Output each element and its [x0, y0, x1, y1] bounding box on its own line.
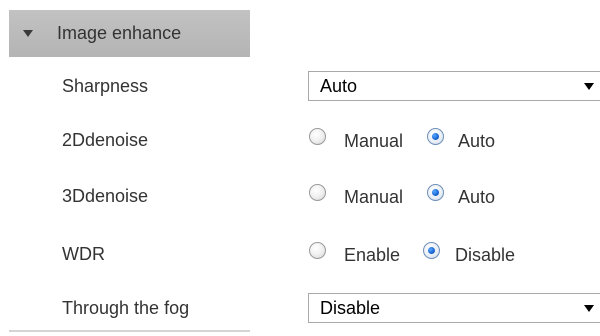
denoise3d-radio-auto[interactable]	[427, 184, 444, 201]
fog-row: Through the fog Disable	[0, 288, 600, 328]
section-title: Image enhance	[57, 23, 182, 43]
wdr-option-disable[interactable]: Disable	[423, 234, 553, 274]
denoise3d-label: 3Ddenoise	[62, 186, 149, 206]
denoise2d-option-label: Manual	[344, 131, 404, 151]
denoise3d-option-manual[interactable]: Manual	[309, 176, 421, 216]
denoise2d-row: 2Ddenoise Manual Auto	[0, 120, 600, 160]
fog-label: Through the fog	[62, 298, 190, 318]
wdr-option-label: Enable	[344, 245, 401, 265]
image-enhance-section-header[interactable]: Image enhance	[9, 10, 250, 57]
denoise2d-option-label: Auto	[458, 131, 496, 151]
denoise3d-radio-manual[interactable]	[309, 184, 326, 201]
chevron-down-icon	[584, 305, 594, 312]
sharpness-row: Sharpness Auto	[0, 66, 600, 106]
wdr-radio-enable[interactable]	[309, 242, 326, 259]
denoise3d-option-auto[interactable]: Auto	[427, 176, 507, 216]
sharpness-select[interactable]: Auto	[308, 71, 600, 101]
divider	[9, 330, 250, 332]
sharpness-label: Sharpness	[62, 76, 149, 96]
wdr-option-label: Disable	[455, 245, 516, 265]
wdr-option-enable[interactable]: Enable	[309, 234, 419, 274]
triangle-down-icon	[23, 30, 33, 37]
wdr-label: WDR	[62, 244, 105, 264]
denoise3d-row: 3Ddenoise Manual Auto	[0, 176, 600, 216]
wdr-row: WDR Enable Disable	[0, 234, 600, 274]
denoise3d-option-label: Auto	[458, 187, 496, 207]
denoise3d-option-label: Manual	[344, 187, 404, 207]
denoise2d-radio-manual[interactable]	[309, 128, 326, 145]
sharpness-select-value: Auto	[320, 75, 358, 96]
fog-select-value: Disable	[320, 297, 381, 318]
chevron-down-icon	[584, 83, 594, 90]
image-settings-panel: Image enhance Sharpness Auto 2Ddenoise M…	[0, 0, 600, 336]
wdr-radio-disable[interactable]	[423, 242, 440, 259]
denoise2d-label: 2Ddenoise	[62, 130, 149, 150]
denoise2d-option-manual[interactable]: Manual	[309, 120, 421, 160]
denoise2d-option-auto[interactable]: Auto	[427, 120, 507, 160]
denoise2d-radio-auto[interactable]	[427, 128, 444, 145]
fog-select[interactable]: Disable	[308, 293, 600, 323]
